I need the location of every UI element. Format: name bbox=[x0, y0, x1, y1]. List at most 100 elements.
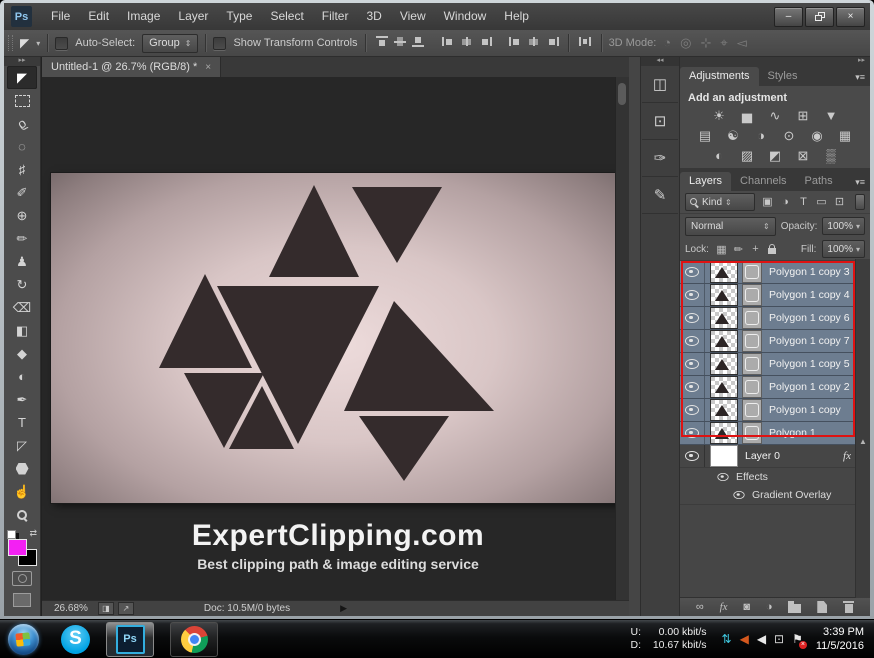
properties-panel-icon[interactable]: ⊡ bbox=[642, 103, 678, 140]
levels-icon[interactable]: ▅ bbox=[738, 108, 756, 124]
options-grip[interactable] bbox=[8, 35, 13, 51]
align-vertical-centers[interactable] bbox=[392, 35, 408, 48]
scroll-up-icon[interactable]: ▲ bbox=[856, 437, 870, 446]
distribute-spacing[interactable] bbox=[577, 35, 593, 48]
visibility-cell[interactable] bbox=[680, 307, 705, 329]
clone-stamp-tool[interactable]: ♟ bbox=[7, 250, 37, 273]
type-tool[interactable]: T bbox=[7, 411, 37, 434]
menu-type[interactable]: Type bbox=[217, 3, 261, 30]
invert-icon[interactable]: ◐ bbox=[710, 148, 728, 164]
layer-row-polygon-1-copy-7[interactable]: Polygon 1 copy 7 bbox=[680, 330, 855, 353]
layer-name[interactable]: Layer 0 bbox=[745, 450, 780, 462]
vector-mask-thumbnail[interactable] bbox=[742, 376, 762, 398]
visibility-cell[interactable] bbox=[680, 445, 705, 467]
tool-preset-dropdown-icon[interactable]: ▾ bbox=[36, 39, 40, 48]
networx-icon[interactable]: ⇅ bbox=[722, 632, 732, 646]
tab-layers[interactable]: Layers bbox=[680, 172, 731, 191]
layer-name[interactable]: Polygon 1 copy 5 bbox=[769, 358, 850, 370]
document-vertical-scrollbar[interactable] bbox=[615, 77, 629, 600]
layer-effects-badge[interactable]: fx bbox=[843, 450, 851, 462]
tab-paths[interactable]: Paths bbox=[796, 172, 842, 191]
layer-thumbnail[interactable] bbox=[710, 376, 738, 398]
layers-scrollbar[interactable]: ▲ bbox=[855, 259, 870, 598]
align-left-edges[interactable] bbox=[441, 35, 457, 48]
curves-icon[interactable]: ∿ bbox=[766, 108, 784, 124]
threshold-icon[interactable]: ◩ bbox=[766, 148, 784, 164]
strip-expand-button[interactable]: ◂◂ bbox=[641, 57, 679, 66]
vector-mask-thumbnail[interactable] bbox=[742, 399, 762, 421]
visibility-cell[interactable] bbox=[680, 399, 705, 421]
zoom-level[interactable]: 26.68% bbox=[54, 603, 88, 614]
blend-mode-dropdown[interactable]: Normal ⇕ bbox=[685, 217, 776, 236]
hand-tool[interactable]: ☝ bbox=[7, 480, 37, 503]
layer-name[interactable]: Polygon 1 copy 2 bbox=[769, 381, 850, 393]
vector-mask-thumbnail[interactable] bbox=[742, 422, 762, 444]
filter-kind-dropdown[interactable]: Kind ⇕ bbox=[685, 193, 755, 211]
menu-image[interactable]: Image bbox=[118, 3, 169, 30]
lock-position-icon[interactable]: + bbox=[749, 243, 762, 256]
3d-scale-icon[interactable]: ◅ bbox=[737, 35, 747, 51]
layer-thumbnail[interactable] bbox=[710, 399, 738, 421]
effects-row[interactable]: Effects bbox=[680, 468, 855, 486]
dock-collapse-button[interactable]: ▸▸ bbox=[680, 57, 870, 66]
delete-layer-icon[interactable] bbox=[843, 601, 854, 613]
move-tool[interactable]: ◤ bbox=[7, 66, 37, 89]
filter-adjustment-layers-icon[interactable]: ◑ bbox=[778, 195, 793, 210]
filter-type-layers-icon[interactable]: T bbox=[796, 195, 811, 210]
menu-file[interactable]: File bbox=[42, 3, 79, 30]
canvas[interactable] bbox=[51, 173, 626, 503]
exposure-icon[interactable]: ⊞ bbox=[794, 108, 812, 124]
status-profile-icon[interactable]: ◨ bbox=[98, 602, 114, 615]
new-group-icon[interactable] bbox=[788, 604, 801, 613]
crop-tool[interactable]: ♯ bbox=[7, 158, 37, 181]
distribute-top-edges[interactable] bbox=[508, 35, 524, 48]
brightness-contrast-icon[interactable]: ☀ bbox=[710, 108, 728, 124]
layer-name[interactable]: Polygon 1 copy 4 bbox=[769, 289, 850, 301]
zoom-tool[interactable] bbox=[7, 503, 37, 526]
screen-mode-button[interactable] bbox=[13, 593, 31, 607]
pen-tool[interactable]: ✒ bbox=[7, 388, 37, 411]
gradient-map-icon[interactable]: ▒ bbox=[822, 148, 840, 164]
lock-all-icon[interactable] bbox=[768, 248, 776, 254]
volume-mixer-icon[interactable]: ◀ bbox=[740, 632, 749, 646]
auto-select-dropdown[interactable]: Group ⇕ bbox=[142, 34, 198, 53]
minimize-button[interactable]: – bbox=[774, 7, 803, 27]
panel-menu-icon[interactable]: ▾≡ bbox=[850, 72, 870, 86]
taskbar-clock[interactable]: 3:39 PM 11/5/2016 bbox=[816, 625, 864, 653]
close-button[interactable]: × bbox=[836, 7, 865, 27]
gradient-overlay-row[interactable]: Gradient Overlay bbox=[680, 486, 855, 504]
history-panel-icon[interactable]: ◫ bbox=[642, 66, 678, 103]
vibrance-icon[interactable]: ▼ bbox=[822, 108, 840, 124]
layer-thumbnail[interactable] bbox=[710, 330, 738, 352]
document-tab[interactable]: Untitled-1 @ 26.7% (RGB/8) * × bbox=[42, 57, 221, 77]
menu-layer[interactable]: Layer bbox=[169, 3, 217, 30]
network-icon[interactable]: ⊡ bbox=[774, 632, 784, 646]
blur-tool[interactable]: ◆ bbox=[7, 342, 37, 365]
menu-select[interactable]: Select bbox=[261, 3, 312, 30]
show-transform-checkbox[interactable] bbox=[213, 37, 226, 50]
opacity-field[interactable]: 100% ▾ bbox=[822, 217, 865, 235]
auto-select-checkbox[interactable] bbox=[55, 37, 68, 50]
brush-presets-panel-icon[interactable]: ✎ bbox=[642, 177, 678, 214]
3d-drag-icon[interactable]: ⊹ bbox=[700, 35, 711, 51]
menu-help[interactable]: Help bbox=[495, 3, 538, 30]
taskbar-skype-icon[interactable]: S bbox=[61, 625, 90, 654]
layer-thumbnail[interactable] bbox=[710, 445, 738, 467]
taskbar-chrome-button[interactable] bbox=[170, 622, 218, 657]
layer-row-polygon-1-copy-4[interactable]: Polygon 1 copy 4 bbox=[680, 284, 855, 307]
layer-thumbnail[interactable] bbox=[710, 307, 738, 329]
action-center-icon[interactable]: ⚑ bbox=[792, 632, 803, 646]
layer-name[interactable]: Polygon 1 copy bbox=[769, 404, 841, 416]
speaker-icon[interactable]: ◀ bbox=[757, 632, 766, 646]
tools-collapse-button[interactable]: ▸▸ bbox=[4, 57, 40, 66]
distribute-bottom-edges[interactable] bbox=[544, 35, 560, 48]
history-brush-tool[interactable]: ↻ bbox=[7, 273, 37, 296]
vector-mask-thumbnail[interactable] bbox=[742, 330, 762, 352]
gradient-tool[interactable]: ◧ bbox=[7, 319, 37, 342]
filter-toggle-switch[interactable] bbox=[855, 194, 865, 210]
swap-colors-icon[interactable]: ⇄ bbox=[29, 528, 37, 539]
photo-filter-icon[interactable]: ⊙ bbox=[780, 128, 798, 144]
tab-close-icon[interactable]: × bbox=[205, 62, 211, 73]
brush-panel-icon[interactable]: ✑ bbox=[642, 140, 678, 177]
foreground-color-swatch[interactable] bbox=[8, 539, 27, 556]
